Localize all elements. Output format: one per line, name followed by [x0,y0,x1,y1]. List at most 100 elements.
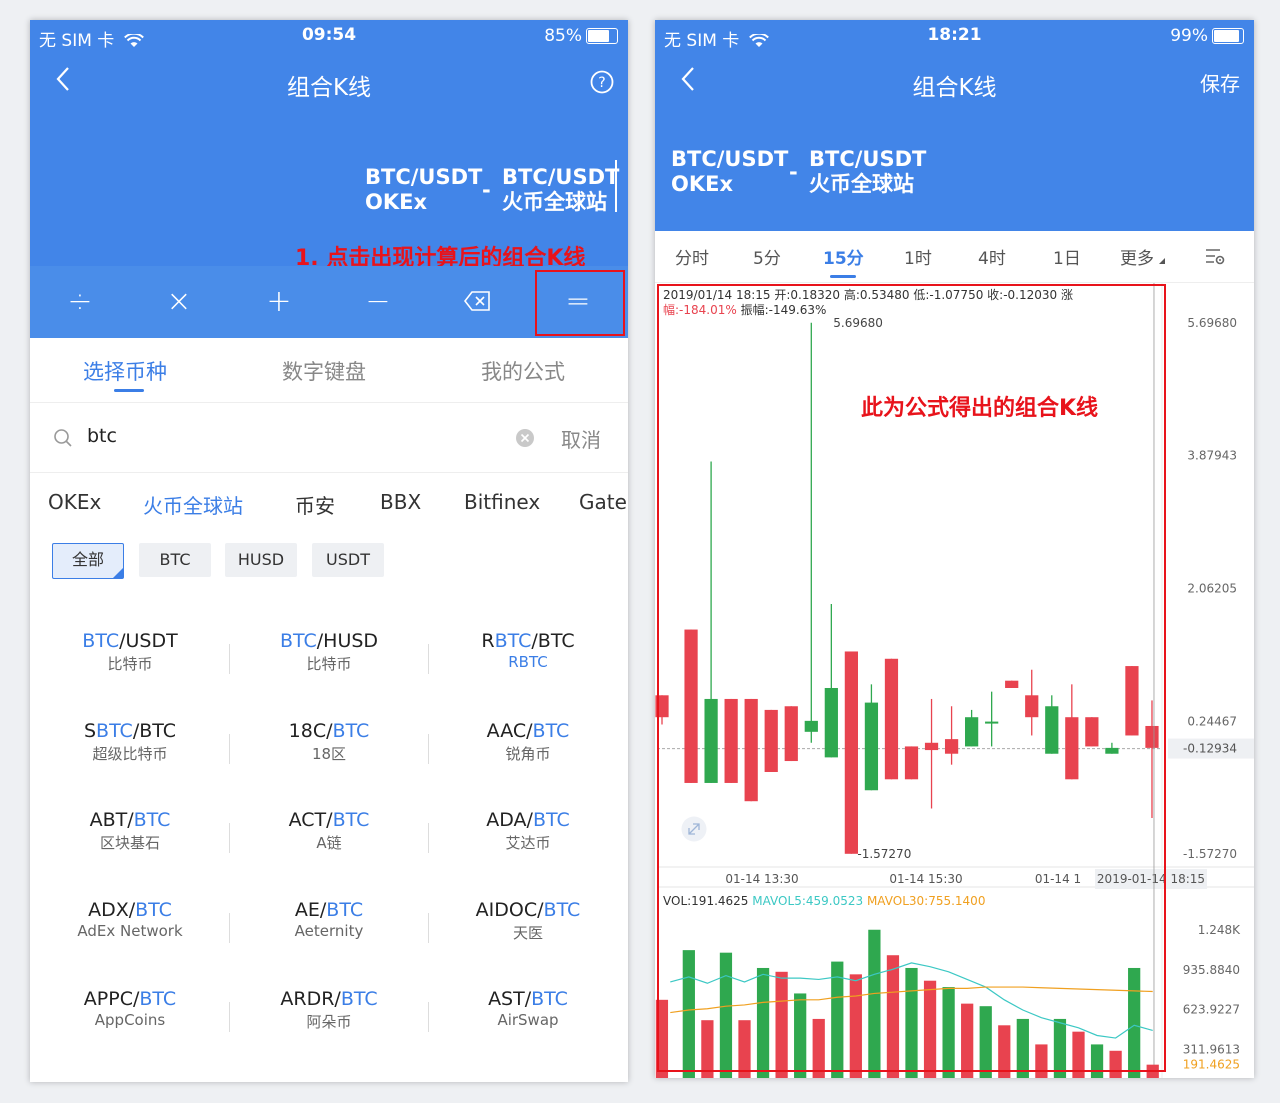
period-tab-more[interactable]: 更多 [1120,244,1154,269]
pair-item[interactable]: SBTC/BTC 超级比特币 [40,720,220,764]
left-phone-screen: 无 SIM 卡 09:54 85% 组合K线 ? BTC/USDT OKEx -… [30,20,628,1082]
search-row: btc 取消 [30,404,628,473]
save-button[interactable]: 保存 [1200,68,1240,97]
pair-symbol: SBTC/BTC [83,720,177,742]
highlight-chart-box [657,284,1166,1072]
pair-symbol: AAC/BTC [486,720,570,742]
price-tick-label: 5.69680 [1187,316,1237,330]
pair-subtitle: 超级比特币 [92,745,168,763]
help-icon[interactable]: ? [590,70,614,94]
exchange-tab-bitfinex[interactable]: Bitfinex [464,490,540,514]
pair-symbol: RBTC/BTC [481,630,575,652]
status-time: 18:21 [927,25,982,45]
battery-icon [586,28,618,44]
pair-item[interactable]: ABT/BTC 区块基石 [40,809,220,853]
pair-subtitle: AppCoins [94,1011,166,1029]
filter-btc[interactable]: BTC [139,543,211,577]
pair-symbol: 18C/BTC [288,720,370,742]
pair-subtitle: Aeternity [294,922,364,940]
pair-symbol: ARDR/BTC [280,988,378,1010]
pair-symbol: ABT/BTC [89,809,171,831]
pair-item[interactable]: AST/BTC AirSwap [438,988,618,1029]
exchange-tab-bbx[interactable]: BBX [380,490,421,514]
pair-symbol: ADA/BTC [486,809,570,831]
price-tick-label: 2.06205 [1187,582,1237,596]
pair-subtitle: RBTC [508,653,548,671]
pair-item[interactable]: ACT/BTC A链 [239,809,419,853]
formula-right-pair: BTC/USDT [502,165,620,189]
pair-subtitle: 锐角币 [505,745,551,763]
pair-symbol: BTC/USDT [82,630,178,652]
pair-item[interactable]: AAC/BTC 锐角币 [438,720,618,764]
pair-subtitle: 18区 [311,745,347,763]
formula-operator: - [482,178,491,202]
pair-subtitle: 区块基石 [99,834,160,852]
pair-subtitle: 艾达币 [505,834,551,852]
pair-item[interactable]: BTC/HUSD 比特币 [239,630,419,674]
pair-item[interactable]: BTC/USDT 比特币 [40,630,220,674]
price-tick-label: -1.57270 [1183,847,1237,861]
pair-item[interactable]: AIDOC/BTC 天医 [438,899,618,943]
pair-subtitle: AirSwap [497,1011,559,1029]
formula-left-pair: BTC/USDT [365,165,483,189]
period-tab-4h[interactable]: 4时 [978,244,1006,269]
cancel-search-button[interactable]: 取消 [561,424,601,453]
tab-active-indicator [114,389,144,392]
formula-right-operand: BTC/USDT 火币全球站 [502,165,619,215]
backspace-button[interactable] [458,282,498,320]
exchange-tab-gate[interactable]: Gate [579,490,627,514]
column-divider [428,644,429,674]
formula-operator: - [789,160,798,184]
column-divider [428,1002,429,1032]
column-divider [229,913,230,943]
nav-bar: 组合K线 保存 [655,62,1254,102]
expand-icon[interactable] [681,816,707,842]
exchange-tab-okex[interactable]: OKEx [48,490,101,514]
header-panel: 无 SIM 卡 18:21 99% 组合K线 保存 BTC/USDT OKEx … [655,20,1254,231]
pair-item[interactable]: APPC/BTC AppCoins [40,988,220,1029]
period-tab-1d[interactable]: 1日 [1053,244,1081,269]
page-title: 组合K线 [286,75,372,101]
formula-left-exchange: OKEx [365,190,428,214]
formula-left-operand: BTC/USDT OKEx [365,165,482,215]
column-divider [229,734,230,764]
filter-usdt[interactable]: USDT [312,543,384,577]
formula-left-operand: BTC/USDT OKEx [671,147,788,197]
backspace-icon [463,291,490,311]
clear-search-icon[interactable] [515,428,535,448]
page-title: 组合K线 [912,75,997,101]
pair-subtitle: 阿朵币 [306,1013,352,1031]
period-tab-timeline[interactable]: 分时 [675,244,709,269]
pair-item[interactable]: ADA/BTC 艾达币 [438,809,618,853]
pair-item[interactable]: ARDR/BTC 阿朵币 [239,988,419,1032]
selected-corner-icon [113,568,123,578]
pair-symbol: ADX/BTC [88,899,172,921]
tab-select-coin[interactable]: 选择币种 [83,356,167,386]
period-tab-15m[interactable]: 15分 [823,244,864,269]
formula-left-pair: BTC/USDT [671,147,789,171]
right-phone-screen: 无 SIM 卡 18:21 99% 组合K线 保存 BTC/USDT OKEx … [655,20,1254,1078]
plus-button[interactable]: + [259,284,299,319]
divide-button[interactable]: ÷ [60,284,100,319]
tab-number-keyboard[interactable]: 数字键盘 [282,356,366,386]
pair-item[interactable]: AE/BTC Aeternity [239,899,419,940]
period-tab-1h[interactable]: 1时 [904,244,932,269]
search-input[interactable]: btc [87,425,117,447]
pair-item[interactable]: RBTC/BTC RBTC [438,630,618,671]
period-tab-5m[interactable]: 5分 [753,244,781,269]
chart-settings-icon[interactable] [1204,246,1226,266]
pair-subtitle: AdEx Network [77,922,183,940]
tab-my-formula[interactable]: 我的公式 [481,356,565,386]
pair-symbol: BTC/HUSD [279,630,379,652]
column-divider [229,823,230,853]
multiply-button[interactable]: × [159,284,199,319]
pair-symbol: AIDOC/BTC [475,899,581,921]
pair-item[interactable]: ADX/BTC AdEx Network [40,899,220,940]
minus-button[interactable]: − [358,284,398,319]
filter-all[interactable]: 全部 [52,543,124,579]
exchange-tab-binance[interactable]: 币安 [295,490,335,519]
filter-husd[interactable]: HUSD [225,543,297,577]
battery-icon [1212,28,1244,44]
pair-item[interactable]: 18C/BTC 18区 [239,720,419,764]
exchange-tab-huobi[interactable]: 火币全球站 [143,490,243,519]
